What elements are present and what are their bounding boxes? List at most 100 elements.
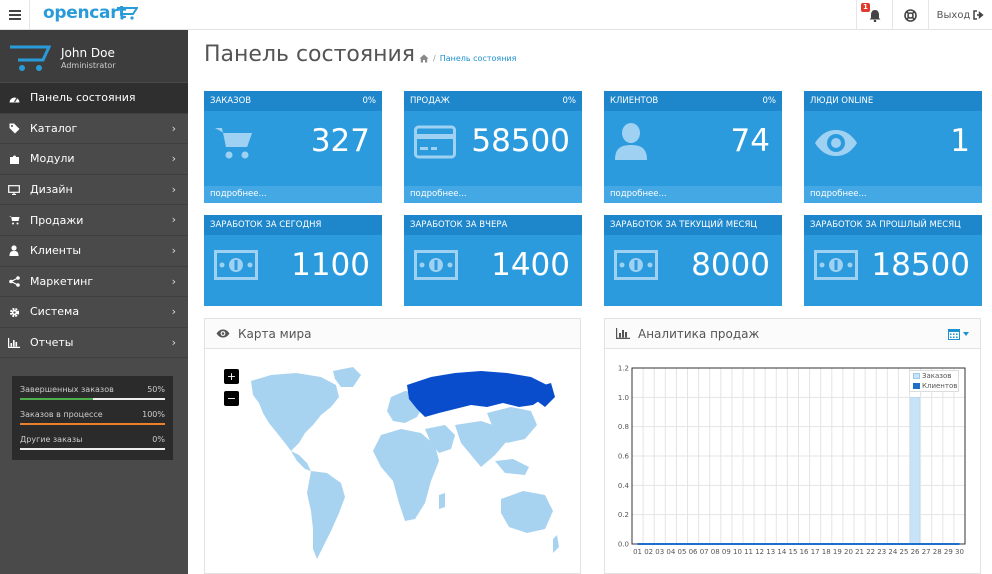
chevron-right-icon: › bbox=[171, 121, 176, 135]
calendar-icon bbox=[948, 329, 960, 340]
x-tick-label: 26 bbox=[911, 548, 920, 556]
stat-processing: Заказов в процессе 100% bbox=[20, 408, 165, 433]
user-profile[interactable]: John Doe Administrator bbox=[0, 30, 188, 82]
x-tick-label: 21 bbox=[855, 548, 864, 556]
tile-value: 1400 bbox=[491, 247, 570, 283]
stat-progress-bar bbox=[20, 423, 165, 425]
y-tick-label: 1.0 bbox=[618, 394, 629, 402]
map-zoom-out-button[interactable]: − bbox=[224, 391, 239, 406]
chevron-right-icon: › bbox=[171, 274, 176, 288]
tile-title: ЛЮДИ ONLINE bbox=[810, 96, 874, 106]
cart-icon bbox=[8, 214, 20, 226]
x-tick-label: 24 bbox=[888, 548, 897, 556]
gear-icon bbox=[8, 306, 20, 318]
chevron-right-icon: › bbox=[171, 152, 176, 166]
x-tick-label: 05 bbox=[677, 548, 686, 556]
sidebar-item-marketing[interactable]: Маркетинг › bbox=[0, 267, 188, 298]
tile-title: ПРОДАЖ bbox=[410, 96, 450, 106]
date-range-dropdown[interactable] bbox=[948, 328, 969, 340]
sidebar-item-sales[interactable]: Продажи › bbox=[0, 205, 188, 236]
tile-title: КЛИЕНТОВ bbox=[610, 96, 659, 106]
x-tick-label: 08 bbox=[711, 548, 720, 556]
panel-title: Карта мира bbox=[238, 326, 312, 341]
stat-label: Заказов в процессе bbox=[20, 410, 103, 419]
tile-more-link[interactable]: подробнее... bbox=[604, 186, 782, 203]
y-tick-label: 0.2 bbox=[618, 511, 629, 519]
breadcrumb-link[interactable]: Панель состояния bbox=[440, 54, 517, 63]
tile-value: 1100 bbox=[291, 247, 370, 283]
order-stats: Завершенных заказов 50% Заказов в процес… bbox=[12, 376, 173, 460]
x-tick-label: 01 bbox=[633, 548, 642, 556]
logout-button[interactable]: Выход bbox=[928, 0, 992, 30]
x-tick-label: 14 bbox=[777, 548, 786, 556]
sidebar-item-system[interactable]: Система › bbox=[0, 297, 188, 328]
stat-label: Другие заказы bbox=[20, 435, 83, 444]
user-icon bbox=[8, 245, 20, 257]
top-header: opencart 1 Выход bbox=[0, 0, 992, 30]
sidebar-item-label: Клиенты bbox=[30, 244, 82, 258]
sidebar-item-dashboard[interactable]: Панель состояния bbox=[0, 83, 188, 114]
sign-out-icon bbox=[973, 10, 984, 20]
world-map-panel: Карта мира + − bbox=[204, 318, 581, 574]
stat-value: 0% bbox=[152, 435, 165, 444]
sidebar-item-design[interactable]: Дизайн › bbox=[0, 175, 188, 206]
x-tick-label: 28 bbox=[933, 548, 942, 556]
bar-chart-icon bbox=[616, 328, 630, 339]
money-icon bbox=[814, 250, 858, 280]
user-role: Administrator bbox=[61, 61, 116, 70]
tile-people-online: ЛЮДИ ONLINE 1 подробнее... bbox=[804, 91, 982, 203]
eye-icon bbox=[216, 329, 230, 338]
x-tick-label: 15 bbox=[788, 548, 797, 556]
sidebar-item-reports[interactable]: Отчеты › bbox=[0, 328, 188, 359]
tile-earnings-current-month: ЗАРАБОТОК ЗА ТЕКУЩИЙ МЕСЯЦ 8000 bbox=[604, 215, 782, 306]
y-tick-label: 0.8 bbox=[618, 423, 629, 431]
tile-more-link[interactable]: подробнее... bbox=[404, 186, 582, 203]
life-ring-icon bbox=[904, 8, 917, 22]
x-tick-label: 16 bbox=[800, 548, 809, 556]
tile-earnings-last-month: ЗАРАБОТОК ЗА ПРОШЛЫЙ МЕСЯЦ 18500 bbox=[804, 215, 982, 306]
panel-title: Аналитика продаж bbox=[638, 326, 760, 341]
help-button[interactable] bbox=[892, 0, 928, 30]
user-name: John Doe bbox=[61, 46, 115, 60]
map-new-zealand bbox=[553, 535, 559, 553]
caret-down-icon bbox=[963, 332, 969, 336]
x-tick-label: 18 bbox=[822, 548, 831, 556]
logo[interactable]: opencart bbox=[43, 3, 126, 23]
map-kamchatka bbox=[537, 383, 555, 407]
x-tick-label: 02 bbox=[644, 548, 653, 556]
page-title: Панель состояния bbox=[204, 42, 416, 67]
sidebar-item-label: Отчеты bbox=[30, 336, 74, 350]
legend-item-customers: Клиентов bbox=[910, 381, 958, 391]
sidebar-menu: Панель состояния Каталог › Модули › Диза… bbox=[0, 83, 188, 359]
tile-more-link[interactable]: подробнее... bbox=[204, 186, 382, 203]
tag-icon bbox=[8, 123, 20, 135]
chevron-right-icon: › bbox=[171, 305, 176, 319]
tile-value: 1 bbox=[950, 123, 970, 159]
stat-value: 100% bbox=[142, 410, 165, 419]
map-australia bbox=[501, 491, 553, 533]
panel-heading: Аналитика продаж bbox=[605, 319, 980, 349]
y-tick-label: 1.2 bbox=[618, 365, 629, 373]
map-zoom-in-button[interactable]: + bbox=[224, 369, 239, 384]
sidebar: John Doe Administrator Панель состояния … bbox=[0, 30, 188, 574]
home-icon[interactable] bbox=[419, 54, 429, 63]
map-madagascar bbox=[439, 493, 445, 509]
notifications-button[interactable]: 1 bbox=[856, 0, 892, 30]
stat-progress-bar bbox=[20, 448, 165, 450]
x-tick-label: 04 bbox=[666, 548, 675, 556]
sidebar-item-label: Каталог bbox=[30, 121, 78, 135]
tile-title: ЗАРАБОТОК ЗА СЕГОДНЯ bbox=[210, 220, 322, 230]
sidebar-item-modules[interactable]: Модули › bbox=[0, 144, 188, 175]
menu-toggle-button[interactable] bbox=[0, 0, 30, 30]
tile-more-link[interactable]: подробнее... bbox=[804, 186, 982, 203]
map-north-america bbox=[251, 373, 339, 451]
sidebar-item-catalog[interactable]: Каталог › bbox=[0, 114, 188, 145]
sidebar-item-label: Система bbox=[30, 305, 80, 319]
y-tick-label: 0.6 bbox=[618, 453, 630, 461]
sidebar-item-customers[interactable]: Клиенты › bbox=[0, 236, 188, 267]
world-map[interactable] bbox=[241, 363, 561, 568]
share-icon bbox=[8, 276, 20, 288]
chevron-right-icon: › bbox=[171, 243, 176, 257]
x-tick-label: 11 bbox=[744, 548, 753, 556]
stat-completed: Завершенных заказов 50% bbox=[20, 383, 165, 408]
